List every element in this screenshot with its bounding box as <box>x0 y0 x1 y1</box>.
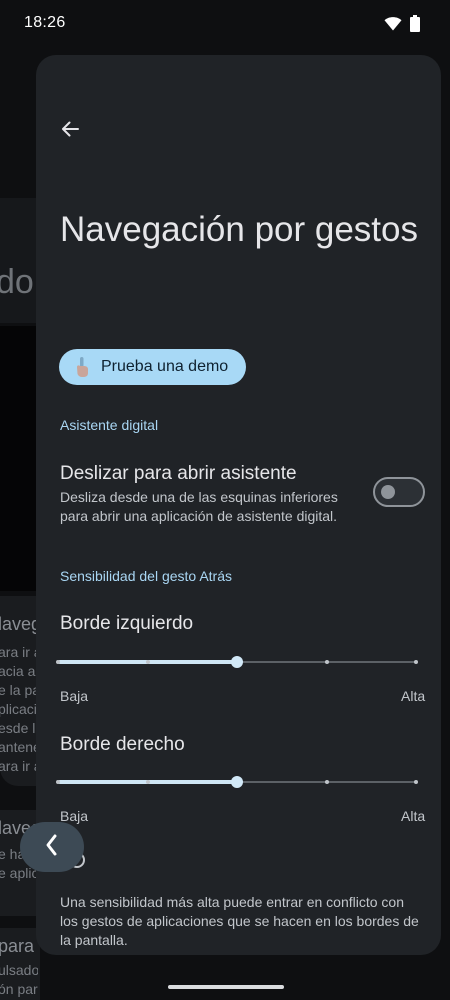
background-snippet: ara ir a <box>0 644 38 660</box>
slider-tick <box>145 660 150 664</box>
slider-tick <box>414 660 418 664</box>
background-preview-area <box>0 326 40 591</box>
sensitivity-warning-note: Una sensibilidad más alta puede entrar e… <box>60 894 419 948</box>
left-edge-max-label: Alta <box>401 688 426 704</box>
background-snippet: laveg <box>0 614 38 634</box>
background-snippet: plicacio <box>0 701 38 717</box>
back-button[interactable] <box>52 113 88 149</box>
background-snippet: antener <box>0 739 38 755</box>
status-time: 18:26 <box>24 14 66 31</box>
background-snippet: para <box>0 936 35 956</box>
slider-tick <box>324 660 329 664</box>
slider-thumb[interactable] <box>231 656 243 668</box>
right-edge-slider[interactable] <box>56 772 418 792</box>
slider-tick <box>56 780 60 784</box>
page-title: Navegación por gestos <box>60 210 418 249</box>
slider-tick <box>56 660 60 664</box>
slider-tick <box>324 780 329 784</box>
right-edge-title: Borde derecho <box>60 734 185 755</box>
try-demo-label: Prueba una demo <box>101 358 229 375</box>
right-edge-max-label: Alta <box>401 808 426 824</box>
left-edge-slider[interactable] <box>56 652 418 672</box>
section-header-back-sensitivity: Sensibilidad del gesto Atrás <box>60 568 232 584</box>
swipe-assistant-toggle[interactable] <box>373 477 425 507</box>
slider-tick <box>145 780 150 784</box>
background-snippet: acia ar <box>0 663 38 679</box>
swipe-assistant-description: Desliza desde una de las esquinas inferi… <box>60 489 338 524</box>
gesture-navigation-sheet: Navegación por gestos Prueba una demo As… <box>36 55 441 955</box>
slider-tick <box>414 780 418 784</box>
background-title-area <box>0 198 40 323</box>
background-card: para ulsador ón para <box>0 928 40 1000</box>
left-edge-min-label: Baja <box>60 688 89 704</box>
status-icons <box>384 15 420 32</box>
back-gesture-indicator <box>20 822 84 872</box>
background-snippet: e la pa <box>0 682 38 698</box>
left-edge-title: Borde izquierdo <box>60 613 194 634</box>
hand-pointer-icon <box>73 356 91 378</box>
background-snippet: ón para <box>0 981 38 997</box>
section-header-digital-assistant: Asistente digital <box>60 417 159 433</box>
wifi-icon <box>384 16 402 31</box>
chevron-left-icon <box>44 833 60 862</box>
background-card: laveg ara ir a acia ar e la pa plicacio … <box>0 596 40 786</box>
toggle-knob <box>381 485 395 499</box>
background-snippet: esde la <box>0 720 38 736</box>
swipe-assistant-title: Deslizar para abrir asistente <box>60 463 297 484</box>
slider-thumb[interactable] <box>231 776 243 788</box>
background-snippet: ara ir a <box>0 758 38 774</box>
background-title-fragment: do <box>0 263 34 301</box>
battery-icon <box>410 15 420 32</box>
status-bar: 18:26 <box>0 0 450 48</box>
background-snippet: ulsador <box>0 962 38 978</box>
try-demo-button[interactable]: Prueba una demo <box>59 349 246 385</box>
arrow-back-icon <box>60 119 80 144</box>
home-gesture-bar[interactable] <box>168 985 284 989</box>
